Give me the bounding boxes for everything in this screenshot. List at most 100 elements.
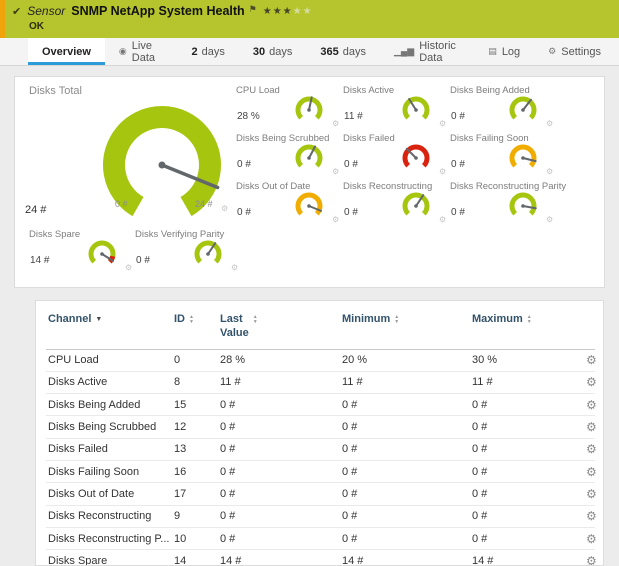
tab-2-days[interactable]: 2days [178,38,239,65]
column-header-maximum[interactable]: Maximum▲▼ [472,313,586,341]
id-cell: 12 [174,421,220,433]
gauge-value: 28 % [237,111,260,122]
gauge-tile-disks-being-scrubbed[interactable]: Disks Being Scrubbed0 #⚙ [236,133,343,179]
gauge-tile-disks-reconstructing-parity[interactable]: Disks Reconstructing Parity0 #⚙ [450,181,557,227]
gauge-value: 0 # [136,255,150,266]
row-settings-icon[interactable]: ⚙ [586,487,597,501]
priority-stars[interactable]: ★★★★★ [263,6,313,17]
channel-settings-icon[interactable]: ⚙ [439,119,446,128]
max-cell: 0 # [472,399,586,411]
table-row-disks-active: Disks Active811 #11 #11 #⚙ [46,372,595,394]
sort-down-arrow: ▼ [394,320,399,325]
tab-label: days [269,46,292,58]
channel-settings-icon[interactable]: ⚙ [546,167,553,176]
max-cell: 0 # [472,510,586,522]
channel-settings-icon[interactable]: ⚙ [332,215,339,224]
channel-table-body: CPU Load028 %20 %30 %⚙Disks Active811 #1… [46,350,595,566]
channel-settings-icon[interactable]: ⚙ [546,215,553,224]
sort-icon: ▲▼ [394,315,399,324]
min-cell: 0 # [342,533,472,545]
row-settings-icon[interactable]: ⚙ [586,554,597,566]
tab-label: Log [502,46,520,58]
row-settings-icon[interactable]: ⚙ [586,398,597,412]
priority-stripe [0,0,5,38]
tab-live-data[interactable]: ◉Live Data [105,38,178,65]
sort-icon: ▲▼ [189,315,194,324]
max-cell: 0 # [472,443,586,455]
channel-settings-icon[interactable]: ⚙ [546,119,553,128]
sensor-flag-icon: ⚑ [249,4,257,15]
channel-settings-icon[interactable]: ⚙ [125,263,132,272]
row-settings-icon[interactable]: ⚙ [586,532,597,546]
column-header-minimum[interactable]: Minimum▲▼ [342,313,472,341]
row-settings-icon[interactable]: ⚙ [586,375,597,389]
tab-label: Historic Data [419,40,460,64]
row-settings-icon[interactable]: ⚙ [586,420,597,434]
min-cell: 0 # [342,466,472,478]
row-settings-icon[interactable]: ⚙ [586,509,597,523]
gauge-dial [290,143,328,173]
row-actions-cell: ⚙ [586,487,604,501]
last-cell: 28 % [220,354,342,366]
main-gauge-min-label: 0 # [115,199,128,209]
table-row-disks-reconstructing: Disks Reconstructing90 #0 #0 #⚙ [46,506,595,528]
gauge-tile-disks-active[interactable]: Disks Active11 #⚙ [343,85,450,131]
gauge-tile-disks-spare[interactable]: Disks Spare14 #⚙ [29,229,133,275]
table-row-cpu-load: CPU Load028 %20 %30 %⚙ [46,350,595,372]
row-actions-cell: ⚙ [586,420,604,434]
channel-settings-icon[interactable]: ⚙ [221,204,228,213]
gauge-tile-disks-failed[interactable]: Disks Failed0 #⚙ [343,133,450,179]
id-cell: 17 [174,488,220,500]
tab-365-days[interactable]: 365days [306,38,380,65]
row-actions-cell: ⚙ [586,353,604,367]
tab-log[interactable]: ▤ Log [474,38,534,65]
sort-desc-icon: ▼ [95,316,102,325]
gauge-value: 0 # [451,159,465,170]
channel-cell: Disks Reconstructing P... [48,533,174,545]
column-header-channel[interactable]: Channel▼ [48,313,174,341]
min-cell: 14 # [342,555,472,566]
channel-settings-icon[interactable]: ⚙ [332,167,339,176]
row-actions-cell: ⚙ [586,465,604,479]
tab-overview[interactable]: Overview [28,38,105,65]
tab-30-days[interactable]: 30days [239,38,307,65]
log-icon: ▤ [488,46,497,57]
channel-cell: Disks Being Added [48,399,174,411]
channel-settings-icon[interactable]: ⚙ [439,167,446,176]
column-header-id[interactable]: ID▲▼ [174,313,220,341]
column-header-last-value[interactable]: Last Value▲▼ [220,313,342,341]
channel-settings-icon[interactable]: ⚙ [332,119,339,128]
last-cell: 0 # [220,510,342,522]
gauge-tile-disks-being-added[interactable]: Disks Being Added0 #⚙ [450,85,557,131]
main-gauge-value: 24 # [25,204,46,216]
gauge-tile-disks-out-of-date[interactable]: Disks Out of Date0 #⚙ [236,181,343,227]
row-settings-icon[interactable]: ⚙ [586,442,597,456]
gauge-tile-disks-verifying-parity[interactable]: Disks Verifying Parity0 #⚙ [135,229,275,275]
gauge-dial [397,95,435,125]
column-label: Last Value [220,313,249,341]
disks-total-gauge[interactable] [87,91,237,241]
last-cell: 0 # [220,443,342,455]
channel-cell: Disks Out of Date [48,488,174,500]
gauge-value: 0 # [237,207,251,218]
gauges-panel: Disks Total 0 # 24 # 24 # ⚙ CPU Load28 %… [14,76,605,288]
id-cell: 13 [174,443,220,455]
gauge-tile-disks-reconstructing[interactable]: Disks Reconstructing0 #⚙ [343,181,450,227]
channel-gauge-bottom-row: Disks Spare14 #⚙Disks Verifying Parity0 … [29,229,275,275]
row-settings-icon[interactable]: ⚙ [586,465,597,479]
channel-settings-icon[interactable]: ⚙ [439,215,446,224]
channel-cell: Disks Active [48,376,174,388]
sensor-status-bar: ✔ Sensor SNMP NetApp System Health ⚑ ★★★… [0,0,619,38]
row-settings-icon[interactable]: ⚙ [586,353,597,367]
channel-settings-icon[interactable]: ⚙ [231,263,238,272]
table-row-disks-failing-soon: Disks Failing Soon160 #0 #0 #⚙ [46,461,595,483]
sensor-overview-page: ✔ Sensor SNMP NetApp System Health ⚑ ★★★… [0,0,619,566]
id-cell: 0 [174,354,220,366]
last-cell: 0 # [220,533,342,545]
tab-historic-data[interactable]: ▁▄▆Historic Data [380,38,474,65]
sort-icon: ▲▼ [527,315,532,324]
gauge-tile-cpu-load[interactable]: CPU Load28 %⚙ [236,85,343,131]
tab-settings[interactable]: ⚙Settings [534,38,615,65]
gauge-tile-disks-failing-soon[interactable]: Disks Failing Soon0 #⚙ [450,133,557,179]
tab-label: Overview [42,46,91,58]
